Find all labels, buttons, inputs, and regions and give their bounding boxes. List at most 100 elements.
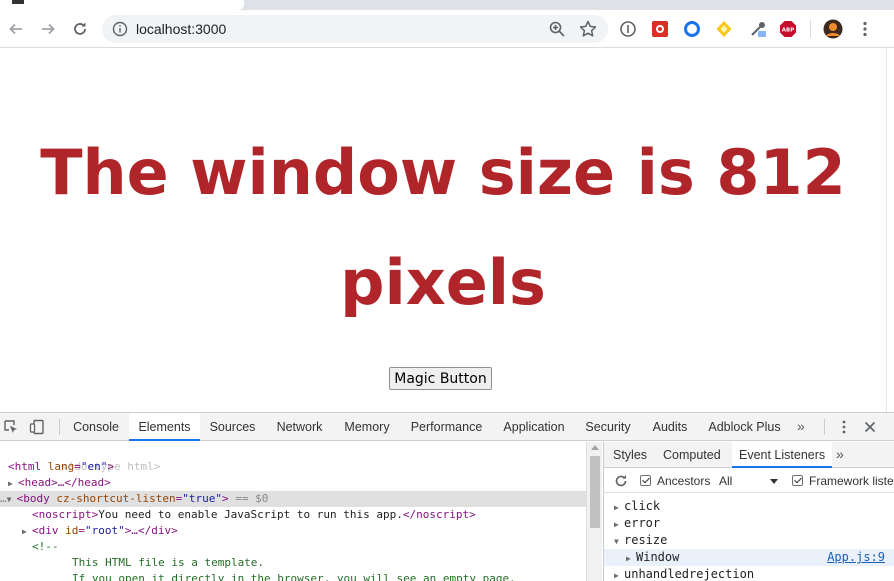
- div-attr-value: "root": [85, 524, 125, 537]
- tab-styles[interactable]: Styles: [613, 442, 647, 468]
- toolbar-separator: [810, 20, 811, 38]
- collapse-triangle-icon[interactable]: ▼: [7, 492, 17, 508]
- ancestors-checkbox[interactable]: [640, 475, 651, 486]
- browser-window: localhost:3000 ABP The window size is 81…: [0, 0, 894, 581]
- dom-node-doctype[interactable]: <!doctype html>: [0, 443, 586, 473]
- event-click[interactable]: ▶ click: [604, 498, 894, 515]
- tab-console[interactable]: Console: [64, 413, 128, 441]
- magic-button[interactable]: Magic Button: [389, 367, 492, 390]
- tab-application[interactable]: Application: [494, 413, 574, 441]
- framework-listeners-checkbox[interactable]: [792, 475, 803, 486]
- devtools-separator: [59, 419, 60, 435]
- collapse-triangle-icon: ▼: [614, 537, 619, 546]
- profile-avatar-icon[interactable]: [823, 19, 843, 39]
- event-name: click: [624, 499, 661, 513]
- extension-yellow-icon[interactable]: [715, 20, 733, 38]
- browser-toolbar: localhost:3000 ABP: [0, 10, 894, 48]
- back-arrow-icon: [9, 23, 22, 35]
- tab-sources[interactable]: Sources: [201, 413, 264, 441]
- inspect-element-icon[interactable]: [3, 419, 19, 435]
- event-name: unhandledrejection: [624, 567, 755, 581]
- devtools-panel: Console Elements Sources Network Memory …: [0, 412, 894, 581]
- expand-triangle-icon[interactable]: ▶: [8, 476, 18, 492]
- url-text: localhost:3000: [136, 21, 227, 37]
- html-open-tag: <html: [8, 460, 42, 473]
- elements-tree: <!doctype html> <html lang="en"> ▶ <head>…: [0, 442, 586, 581]
- more-tabs-button[interactable]: »: [797, 413, 805, 441]
- tab-event-listeners[interactable]: Event Listeners: [732, 442, 833, 468]
- extension-ring-icon[interactable]: [683, 20, 701, 38]
- event-resize[interactable]: ▼ resize: [604, 532, 894, 549]
- forward-arrow-icon: [42, 23, 55, 35]
- extension-info-icon[interactable]: [619, 20, 637, 38]
- elements-sidebar: Styles Computed Event Listeners » Ancest…: [603, 442, 894, 581]
- node-ellipsis: …: [0, 492, 7, 505]
- reload-icon: [74, 22, 86, 35]
- browser-tab[interactable]: [0, 0, 244, 10]
- tab-performance[interactable]: Performance: [403, 413, 490, 441]
- comment-open: <!--: [32, 540, 59, 553]
- listener-filter-select[interactable]: All: [719, 473, 732, 489]
- div-close-tag: >…</div>: [124, 524, 178, 537]
- body-open-tag: <body: [16, 492, 50, 505]
- dom-node-body[interactable]: …▼ <body cz-shortcut-listen="true"> == $0: [0, 491, 586, 507]
- div-open-tag: <div: [32, 524, 59, 537]
- address-bar[interactable]: localhost:3000: [102, 15, 608, 43]
- back-button[interactable]: [4, 17, 28, 41]
- tab-audits[interactable]: Audits: [642, 413, 698, 441]
- page-scrollbar[interactable]: [886, 48, 894, 412]
- framework-listeners-label: Framework listeners: [809, 474, 894, 488]
- elements-scrollbar[interactable]: [586, 442, 602, 581]
- bookmark-star-icon[interactable]: [578, 19, 598, 39]
- site-info-icon[interactable]: [112, 21, 128, 37]
- forward-button[interactable]: [36, 17, 60, 41]
- elements-scrollbar-thumb[interactable]: [590, 456, 600, 528]
- reload-button[interactable]: [68, 17, 92, 41]
- sidebar-more-tabs-button[interactable]: »: [836, 442, 844, 467]
- noscript-close-tag: </noscript>: [402, 508, 476, 521]
- event-listener-window[interactable]: ▶ Window App.js:9: [604, 549, 894, 566]
- tab-computed[interactable]: Computed: [663, 442, 721, 468]
- tab-strip: [0, 0, 894, 10]
- selected-node-marker: == $0: [228, 492, 269, 505]
- dom-node-comment[interactable]: <!--: [0, 539, 586, 555]
- source-link[interactable]: App.js:9: [827, 549, 885, 566]
- zoom-icon[interactable]: [548, 20, 566, 38]
- tab-adblock-plus[interactable]: Adblock Plus: [702, 413, 787, 441]
- adblock-plus-icon[interactable]: ABP: [779, 20, 797, 38]
- sidebar-tab-bar: Styles Computed Event Listeners »: [604, 442, 894, 468]
- html-close-bracket: >: [107, 460, 114, 473]
- devtools-tab-bar: Console Elements Sources Network Memory …: [0, 413, 894, 441]
- dom-node-comment-line: This HTML file is a template.: [0, 555, 586, 571]
- dom-node-head[interactable]: ▶ <head>…</head>: [0, 475, 586, 491]
- event-name: resize: [624, 533, 668, 547]
- page-viewport: The window size is 812 pixels Magic Butt…: [0, 48, 886, 412]
- expand-triangle-icon: ▶: [614, 520, 619, 529]
- expand-triangle-icon[interactable]: ▶: [22, 524, 32, 540]
- body-close-bracket: >: [221, 492, 229, 505]
- tab-network[interactable]: Network: [266, 413, 333, 441]
- event-error[interactable]: ▶ error: [604, 515, 894, 532]
- tab-security[interactable]: Security: [578, 413, 638, 441]
- dom-node-html[interactable]: <html lang="en">: [0, 459, 586, 475]
- chevron-down-icon[interactable]: [770, 479, 778, 484]
- device-toolbar-icon[interactable]: [29, 419, 45, 435]
- dom-node-comment-line: If you open it directly in the browser, …: [0, 571, 586, 581]
- extension-dropper-icon[interactable]: [749, 20, 767, 38]
- dom-node-root-div[interactable]: ▶ <div id="root">…</div>: [0, 523, 586, 539]
- event-unhandledrejection[interactable]: ▶ unhandledrejection: [604, 566, 894, 581]
- tab-elements[interactable]: Elements: [129, 413, 200, 441]
- chrome-menu-icon[interactable]: [856, 20, 874, 38]
- noscript-open-tag: <noscript>: [32, 508, 99, 521]
- dom-node-noscript[interactable]: <noscript>You need to enable JavaScript …: [0, 507, 586, 523]
- extension-red-icon[interactable]: [651, 20, 669, 38]
- body-attr-value: "true": [182, 492, 222, 505]
- tab-memory[interactable]: Memory: [335, 413, 399, 441]
- close-devtools-icon[interactable]: [862, 419, 878, 435]
- head-tag: <head>…</head>: [18, 476, 111, 489]
- window-size-heading: The window size is 812 pixels: [40, 136, 846, 319]
- scroll-up-arrow-icon[interactable]: [591, 445, 599, 450]
- refresh-icon[interactable]: [614, 474, 628, 488]
- devtools-separator-right: [824, 419, 825, 435]
- devtools-menu-icon[interactable]: [836, 419, 852, 435]
